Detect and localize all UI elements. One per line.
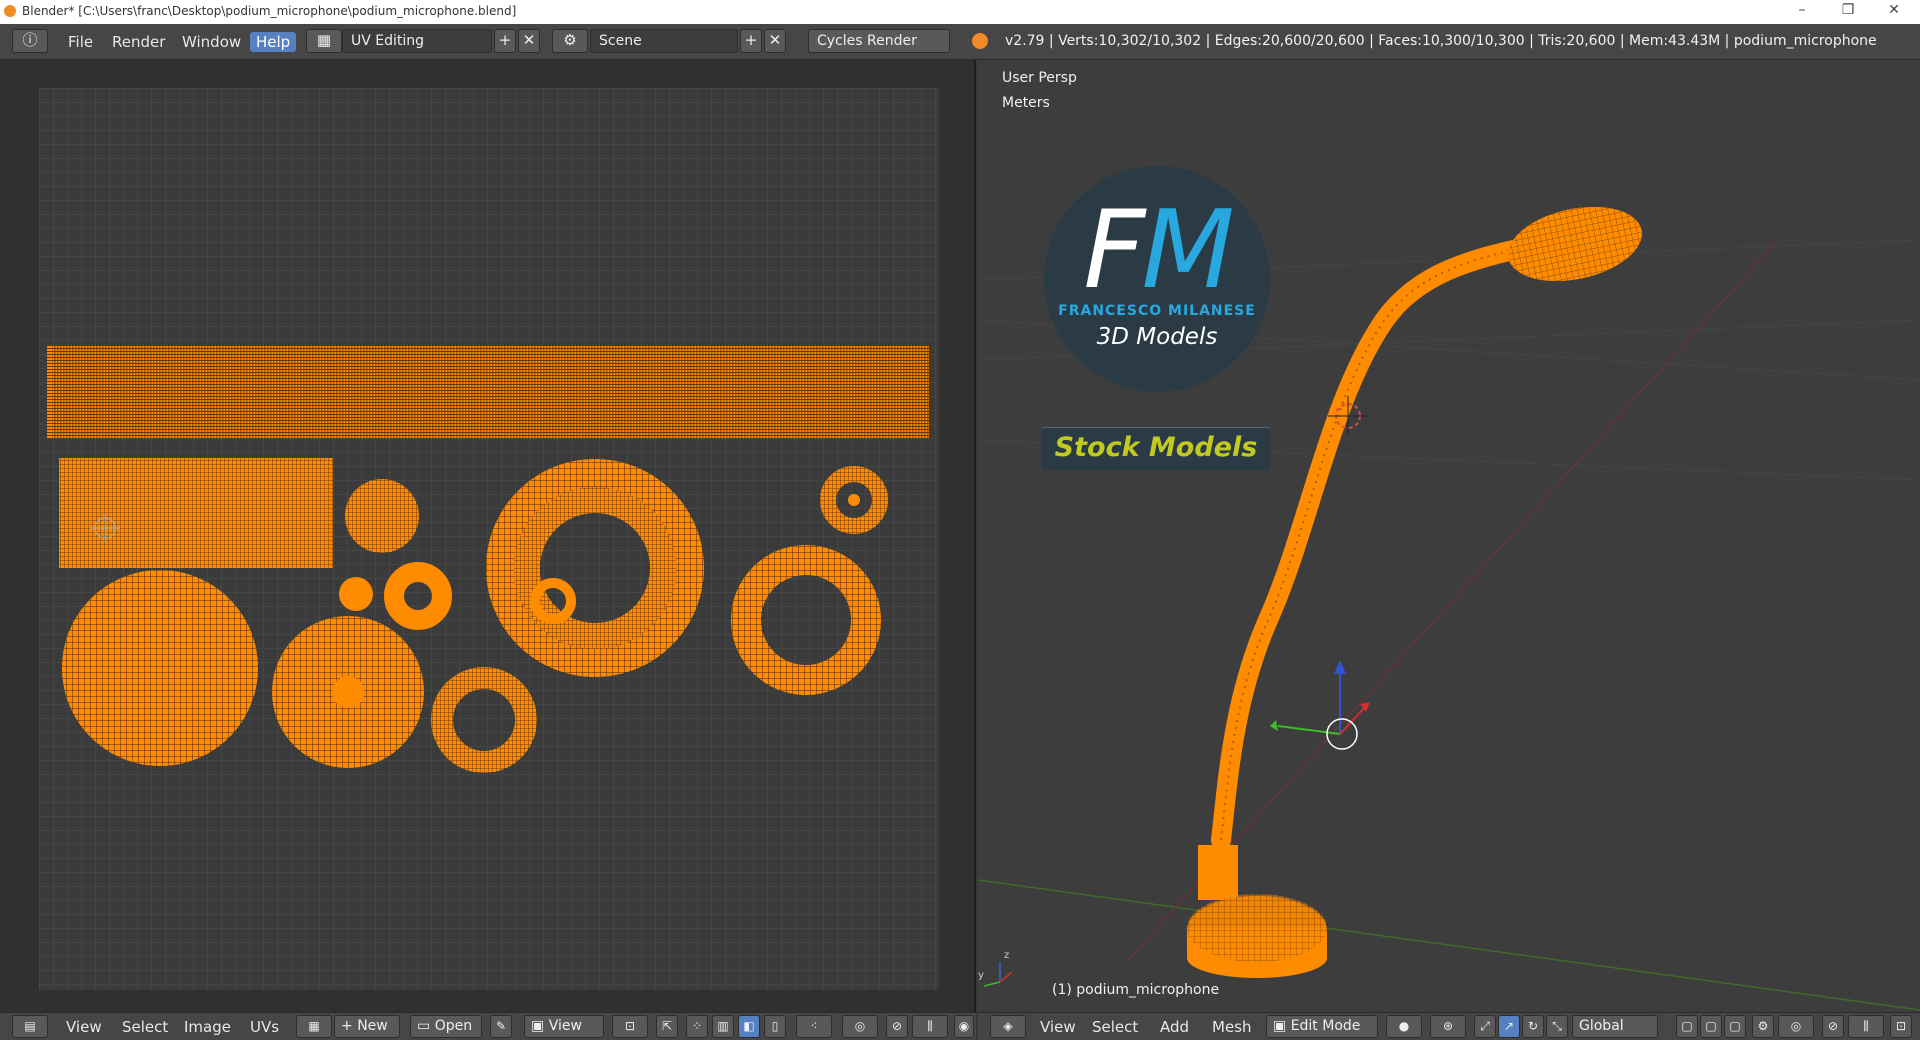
active-object-label: (1) podium_microphone (1052, 982, 1220, 998)
blender-icon (972, 33, 988, 49)
logo-name: FRANCESCO MILANESE (1058, 303, 1256, 319)
snap-3d-icon[interactable]: ⊘ (1822, 1015, 1844, 1038)
viewport-header: ◈ View Select Add Mesh ▣ Edit Mode ● ⊛ ⤢… (978, 1012, 1920, 1040)
proportional-edit-3d-icon[interactable]: ◎ (1778, 1015, 1814, 1038)
uv-menu-image[interactable]: Image (184, 1018, 231, 1036)
manipulator-toggle-icon[interactable]: ⤢ (1474, 1015, 1496, 1038)
vertex-select-icon[interactable]: ⁘ (686, 1015, 708, 1038)
edge-select-icon[interactable]: ▥ (712, 1015, 734, 1038)
new-image-button[interactable]: + New (334, 1015, 400, 1038)
sync-selection-icon[interactable]: ⇱ (656, 1015, 678, 1038)
layer-3-icon[interactable]: ▢ (1724, 1015, 1746, 1038)
uv-view-mode-select[interactable]: ▣ View (524, 1015, 604, 1038)
uv-editor-header: ▤ View Select Image UVs ▦ + New ▭ Open ✎… (0, 1012, 976, 1040)
uv-disc-small (345, 479, 419, 553)
menu-help[interactable]: Help (250, 32, 297, 52)
island-select-icon[interactable]: ▯ (764, 1015, 786, 1038)
render-engine-select[interactable]: Cycles Render (808, 29, 950, 53)
restore-button[interactable]: ❐ (1828, 2, 1868, 22)
minimize-button[interactable]: – (1782, 2, 1822, 22)
window-title: Blender* [C:\Users\franc\Desktop\podium_… (22, 4, 517, 18)
occlude-geometry-icon[interactable]: ⚙ (1752, 1015, 1774, 1038)
uv-rect-island (59, 458, 333, 568)
open-image-label: Open (434, 1018, 473, 1034)
axis-gizmo-icon: z y (978, 950, 1013, 987)
open-image-button[interactable]: ▭ Open (410, 1015, 482, 1038)
rotate-manipulator-icon[interactable]: ↻ (1522, 1015, 1544, 1038)
add-scene-icon[interactable]: + (740, 29, 762, 53)
uv-menu-view[interactable]: View (66, 1018, 102, 1036)
viewport-menu-add[interactable]: Add (1160, 1018, 1189, 1036)
units-label: Meters (1002, 95, 1050, 111)
layer-1-icon[interactable]: ▢ (1676, 1015, 1698, 1038)
snap-target-icon[interactable]: ⫼ (912, 1015, 948, 1038)
editor-type-uv-icon[interactable]: ▤ (12, 1015, 48, 1038)
svg-text:z: z (1004, 950, 1009, 961)
info-header: ⓘ File Render Window Help ▦ UV Editing +… (0, 24, 1920, 60)
layer-2-icon[interactable]: ▢ (1700, 1015, 1722, 1038)
blender-logo-icon (4, 5, 16, 17)
snap-element-icon[interactable]: ⫼ (1848, 1015, 1884, 1038)
uv-islands (47, 345, 932, 773)
uv-view-mode-label: View (548, 1018, 582, 1034)
uv-disc-large (62, 570, 258, 766)
render-preview-icon[interactable]: ⊡ (1890, 1015, 1912, 1038)
render-slot-icon[interactable]: ◉ (954, 1015, 974, 1038)
remove-layout-icon[interactable]: ✕ (518, 29, 540, 53)
pivot-point-icon[interactable]: ⊛ (1430, 1015, 1466, 1038)
transform-orientation-select[interactable]: Global (1572, 1015, 1658, 1038)
pin-icon[interactable]: ✎ (490, 1015, 512, 1038)
uv-ring-lower (431, 667, 537, 773)
fm-logo: FM FRANCESCO MILANESE 3D Models (1044, 166, 1270, 392)
uv-dot (339, 577, 373, 611)
sticky-mode-icon[interactable]: ⁖ (796, 1015, 832, 1038)
viewport-menu-view[interactable]: View (1040, 1018, 1076, 1036)
3d-viewport[interactable]: z y User Persp Meters (1) podium_microph… (978, 60, 1920, 1012)
uv-ring-small (384, 562, 452, 630)
proportional-edit-icon[interactable]: ◎ (842, 1015, 878, 1038)
interaction-mode-label: Edit Mode (1290, 1018, 1361, 1034)
uv-menu-uvs[interactable]: UVs (250, 1018, 279, 1036)
svg-text:y: y (978, 970, 984, 981)
close-button[interactable]: ✕ (1874, 2, 1914, 22)
editor-type-info-icon[interactable]: ⓘ (12, 29, 48, 53)
uv-menu-select[interactable]: Select (122, 1018, 168, 1036)
face-select-icon[interactable]: ◧ (738, 1015, 760, 1038)
viewport-menu-select[interactable]: Select (1092, 1018, 1138, 1036)
snap-icon[interactable]: ⊘ (886, 1015, 908, 1038)
view-name-label: User Persp (1002, 70, 1077, 86)
logo-initial-m: M (1141, 188, 1234, 313)
menu-file[interactable]: File (62, 32, 99, 52)
logo-initial-f: F (1083, 188, 1145, 313)
screen-layout-icon[interactable]: ▦ (306, 29, 342, 53)
scene-statistics: v2.79 | Verts:10,302/10,302 | Edges:20,6… (1005, 33, 1877, 49)
remove-scene-icon[interactable]: ✕ (764, 29, 786, 53)
uv-strip-island (47, 345, 932, 438)
interaction-mode-select[interactable]: ▣ Edit Mode (1266, 1015, 1378, 1038)
transform-manipulator-icon[interactable] (1270, 660, 1370, 750)
uv-image-editor[interactable] (0, 60, 976, 1012)
stock-models-badge: Stock Models (1042, 427, 1270, 470)
scene-select[interactable]: Scene (590, 29, 738, 53)
menu-render[interactable]: Render (106, 32, 171, 52)
viewport-menu-mesh[interactable]: Mesh (1212, 1018, 1252, 1036)
shading-mode-icon[interactable]: ● (1386, 1015, 1422, 1038)
add-layout-icon[interactable]: + (494, 29, 516, 53)
screen-layout-select[interactable]: UV Editing (342, 29, 492, 53)
editor-type-3d-icon[interactable]: ◈ (990, 1015, 1026, 1038)
pivot-icon[interactable]: ⊡ (612, 1015, 648, 1038)
logo-tagline: 3D Models (1096, 324, 1218, 350)
new-image-label: New (357, 1018, 388, 1034)
menu-window[interactable]: Window (176, 32, 247, 52)
image-browse-icon[interactable]: ▦ (296, 1015, 332, 1038)
window-titlebar: Blender* [C:\Users\franc\Desktop\podium_… (0, 0, 1920, 24)
scale-manipulator-icon[interactable]: ⤡ (1546, 1015, 1568, 1038)
scene-icon[interactable]: ⚙ (552, 29, 588, 53)
translate-manipulator-icon[interactable]: ↗ (1498, 1015, 1520, 1038)
uv-ring-right (731, 545, 881, 695)
